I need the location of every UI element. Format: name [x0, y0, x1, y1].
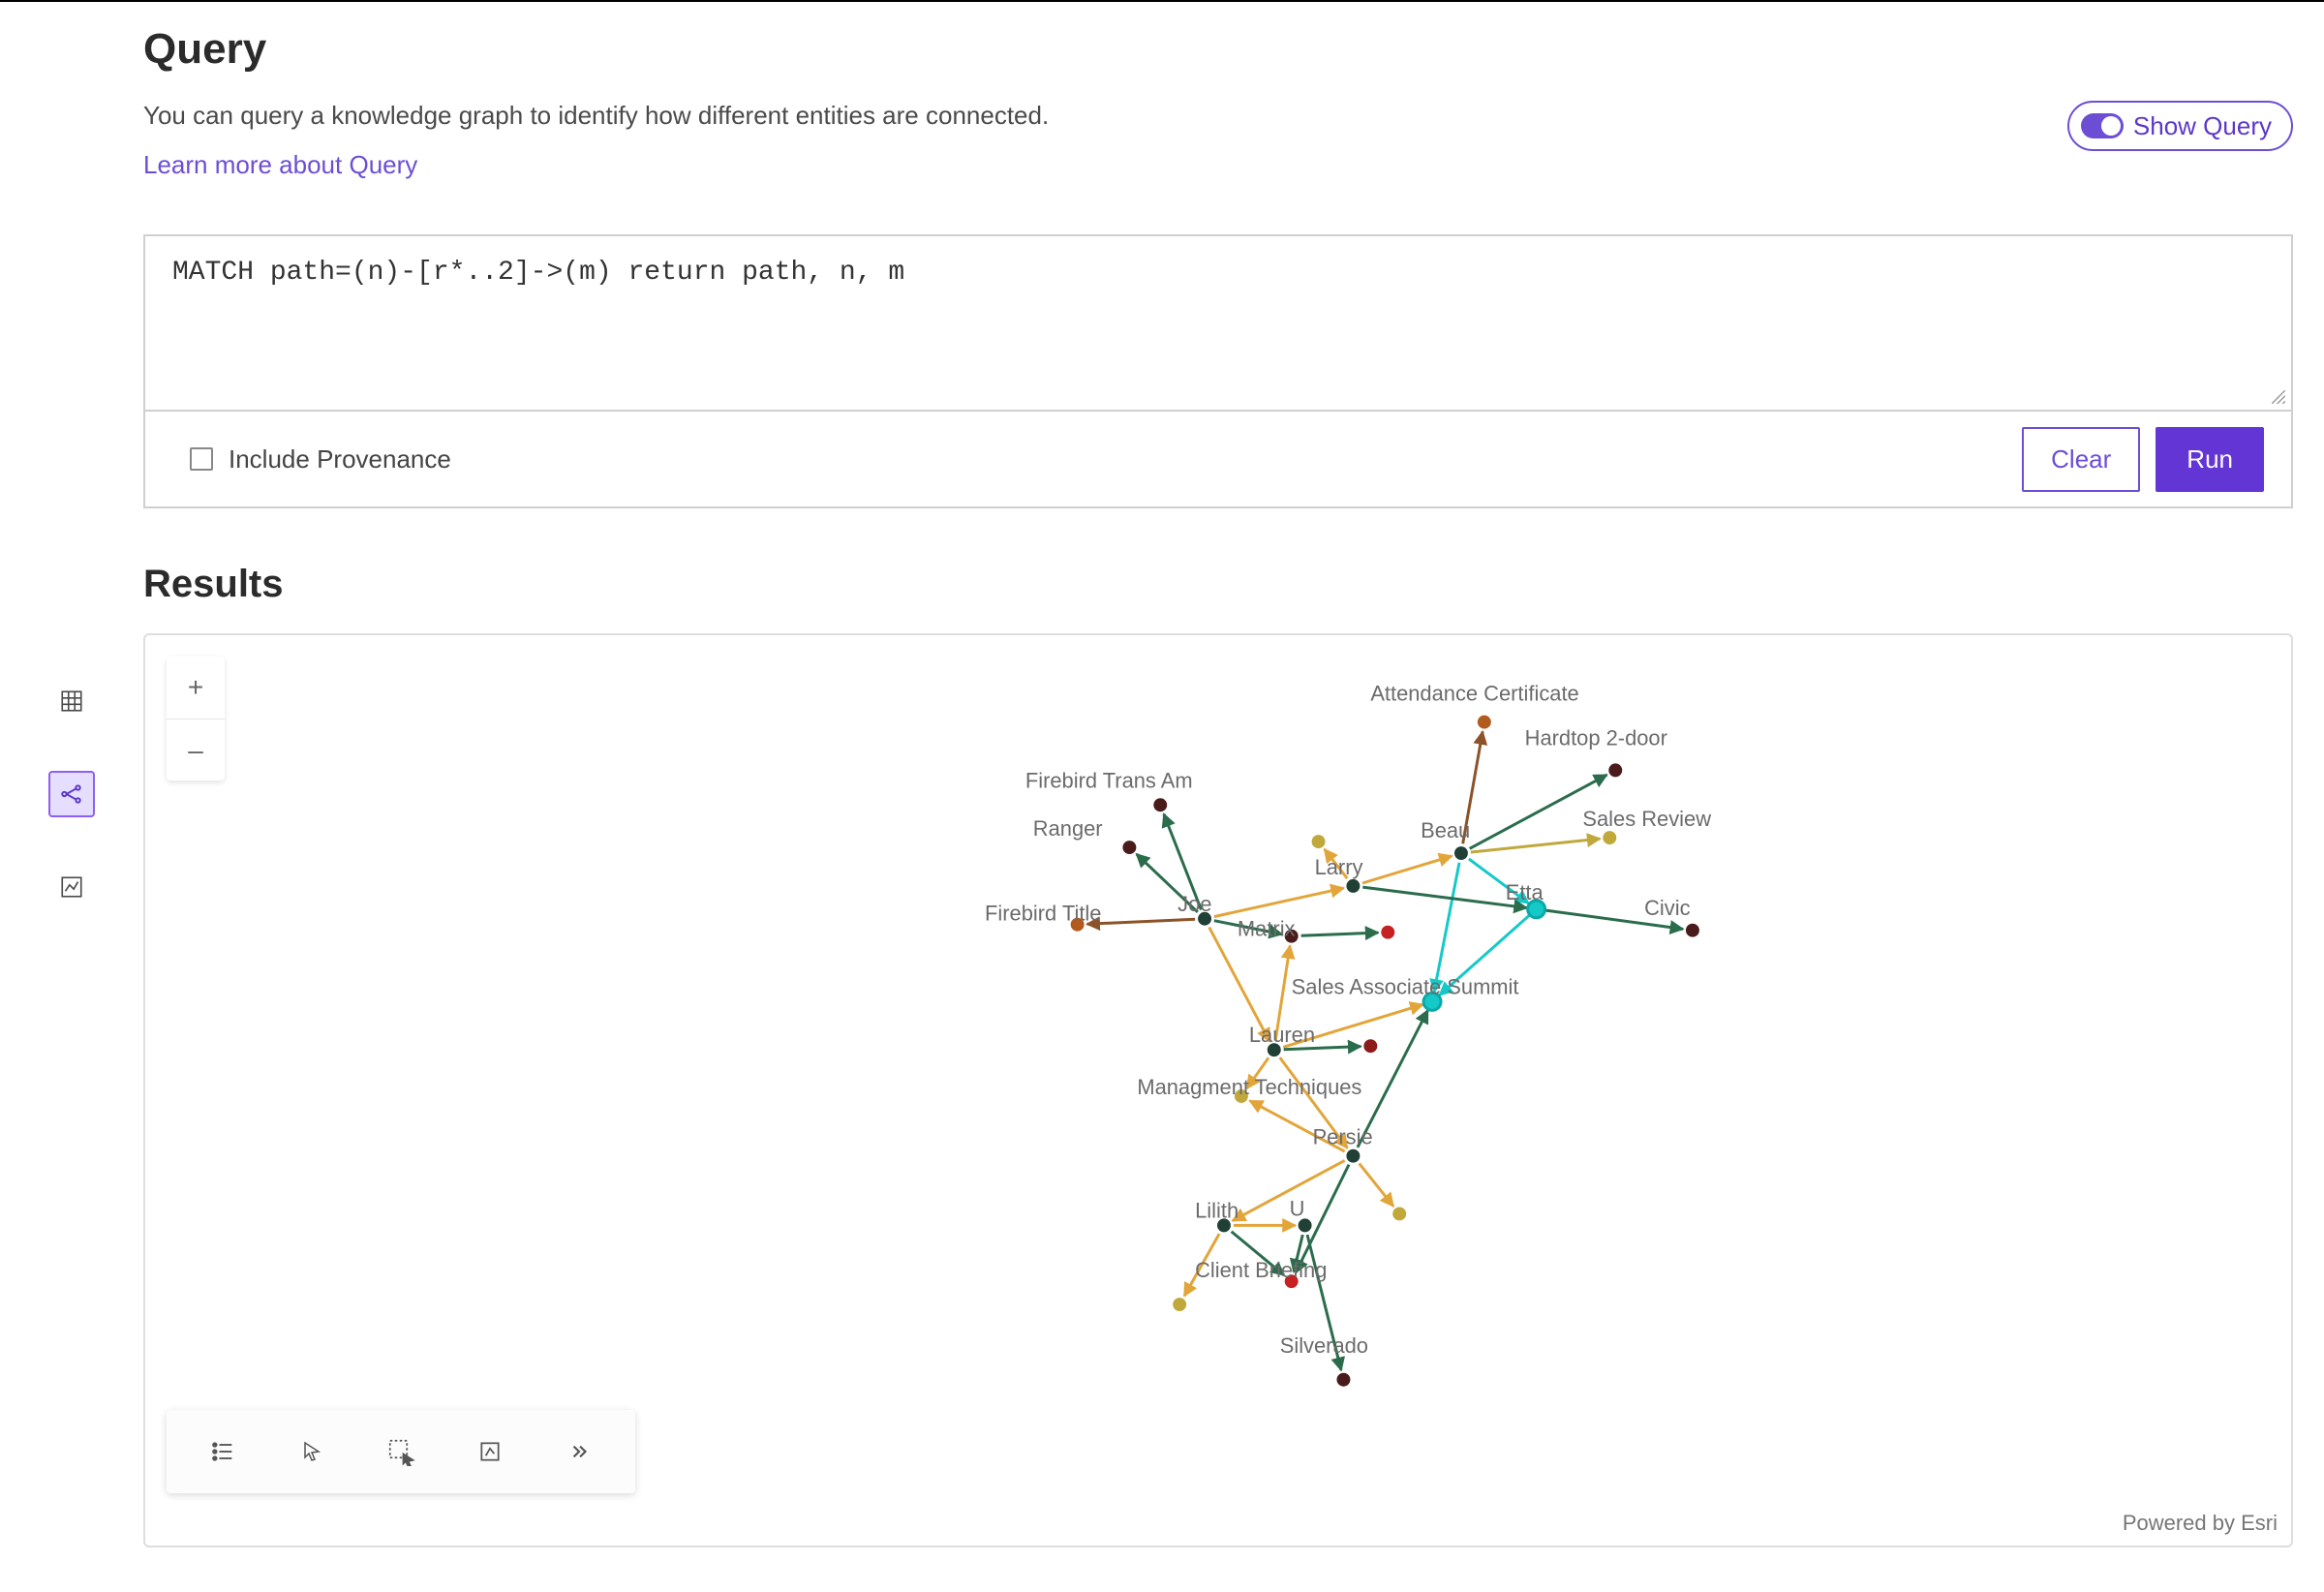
show-query-label: Show Query — [2133, 111, 2272, 141]
graph-edge[interactable] — [1362, 887, 1526, 907]
graph-edge[interactable] — [1362, 856, 1452, 883]
graph-node-label: Silverado — [1280, 1333, 1368, 1358]
graph-node[interactable] — [1478, 716, 1491, 729]
graph-node[interactable] — [1346, 879, 1360, 893]
view-rail — [0, 2, 143, 1592]
graph-edge[interactable] — [1471, 839, 1601, 852]
select-tool-button[interactable] — [356, 1412, 445, 1491]
graph-node-label: Joe — [1177, 892, 1211, 916]
graph-edge[interactable] — [1214, 888, 1344, 917]
graph-edge[interactable] — [1301, 933, 1379, 935]
graph-node[interactable] — [1603, 831, 1616, 844]
results-panel: + – Attendance CertificateHardtop 2-door… — [143, 633, 2293, 1547]
graph-view-button[interactable] — [48, 771, 95, 817]
graph-node[interactable] — [1122, 841, 1136, 854]
learn-more-link[interactable]: Learn more about Query — [143, 150, 417, 179]
resize-handle-icon[interactable] — [2272, 390, 2285, 404]
graph-node-label: Attendance Certificate — [1370, 682, 1578, 706]
graph-node[interactable] — [1153, 798, 1167, 811]
graph-node-label: Ranger — [1033, 816, 1103, 841]
graph-node[interactable] — [1346, 1149, 1360, 1163]
graph-node-label: U — [1290, 1196, 1305, 1220]
graph-node-label: Lauren — [1249, 1023, 1315, 1047]
pointer-tool-button[interactable] — [267, 1412, 356, 1491]
graph-edge[interactable] — [1087, 919, 1196, 924]
include-provenance-label: Include Provenance — [229, 444, 451, 475]
graph-node-label: Firebird Trans Am — [1025, 768, 1193, 792]
legend-button[interactable] — [178, 1412, 267, 1491]
graph-node-label: Beau — [1421, 818, 1470, 842]
graph-node[interactable] — [1363, 1039, 1377, 1053]
graph-node-label: Hardtop 2-door — [1525, 726, 1667, 750]
clear-button[interactable]: Clear — [2022, 427, 2140, 492]
graph-node[interactable] — [1336, 1373, 1350, 1387]
graph-node-label: Larry — [1315, 855, 1363, 879]
graph-node-label: Persie — [1313, 1125, 1373, 1149]
page-title: Query — [143, 25, 2293, 74]
graph-edge[interactable] — [1360, 1163, 1393, 1206]
graph-node-label: Etta — [1506, 880, 1544, 904]
graph-node[interactable] — [1381, 926, 1394, 939]
graph-toolbar — [167, 1410, 635, 1493]
graph-edge[interactable] — [1434, 863, 1459, 993]
graph-node[interactable] — [1608, 763, 1622, 777]
graph-node-label: Managment Techniques — [1137, 1075, 1361, 1099]
extent-tool-button[interactable] — [445, 1412, 535, 1491]
query-input[interactable] — [145, 236, 2291, 405]
toggle-switch-icon — [2081, 113, 2124, 138]
query-panel: Include Provenance Clear Run — [143, 234, 2293, 508]
run-button[interactable]: Run — [2156, 427, 2264, 492]
graph-node-label: Sales Associate Summit — [1292, 974, 1519, 998]
graph-node-label: Firebird Title — [985, 902, 1101, 926]
results-title: Results — [143, 563, 2293, 606]
chart-view-button[interactable] — [48, 864, 95, 910]
graph-node[interactable] — [1299, 1218, 1312, 1232]
attribution-text: Powered by Esri — [2123, 1511, 2278, 1536]
table-view-button[interactable] — [48, 678, 95, 724]
graph-node-label: Lilith — [1195, 1198, 1238, 1222]
include-provenance-checkbox[interactable] — [190, 447, 213, 471]
graph-node[interactable] — [1686, 924, 1699, 937]
graph-node-label: Civic — [1644, 896, 1690, 920]
graph-node-label: Client Briefing — [1195, 1258, 1327, 1282]
knowledge-graph-canvas[interactable]: Attendance Certificate Hardtop 2-door Fire… — [145, 635, 2291, 1546]
graph-node-label: Matrix — [1238, 917, 1296, 941]
graph-node-label: Sales Review — [1582, 807, 1711, 831]
more-tools-button[interactable] — [535, 1412, 624, 1491]
show-query-toggle[interactable]: Show Query — [2067, 101, 2293, 151]
graph-node[interactable] — [1454, 846, 1468, 860]
graph-node[interactable] — [1312, 835, 1326, 848]
graph-node[interactable] — [1392, 1207, 1406, 1220]
intro-text: You can query a knowledge graph to ident… — [143, 101, 2067, 131]
graph-node[interactable] — [1173, 1298, 1186, 1311]
